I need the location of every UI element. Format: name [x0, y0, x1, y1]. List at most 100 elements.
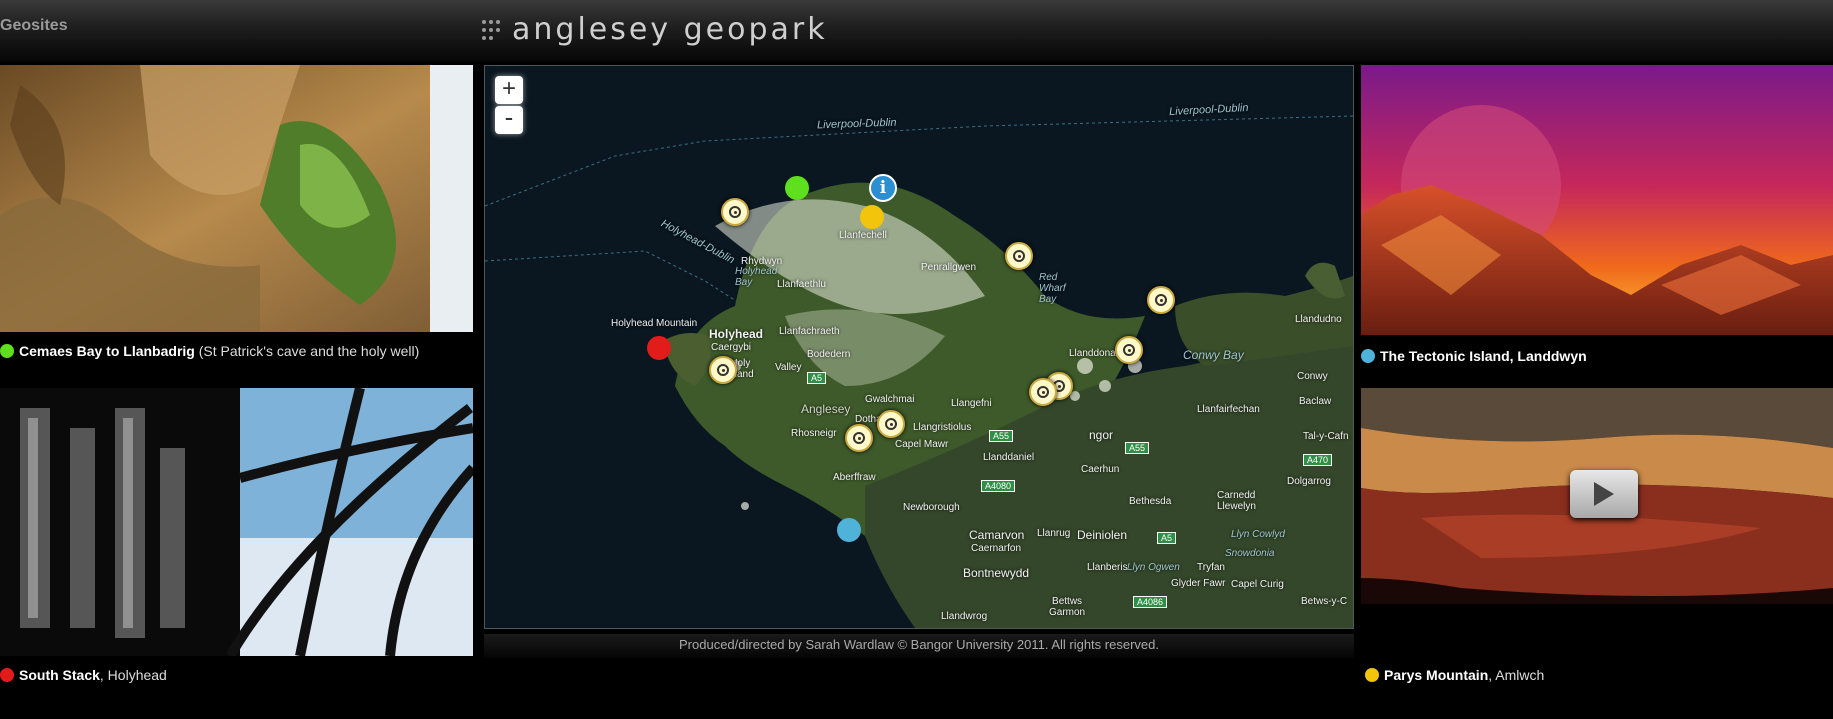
map-label: Bodedern — [807, 349, 851, 360]
map-label: Capel Mawr — [895, 439, 949, 450]
credit-text: Produced/directed by Sarah Wardlaw © Ban… — [484, 634, 1354, 658]
map-label: Camarvon — [969, 528, 1025, 542]
map-label: Llanfaethlu — [777, 279, 826, 290]
caption-subtitle: (St Patrick's cave and the holy well) — [194, 343, 420, 359]
map-label: Holyhead Mountain — [611, 318, 698, 329]
marker-geosite-icon[interactable] — [709, 356, 737, 384]
map-label: Llanfachraeth — [779, 326, 840, 337]
map-label: Holyhead — [709, 327, 764, 341]
brand-logo-icon — [482, 19, 500, 40]
map-label: Llanfechell — [839, 230, 887, 241]
map-label: Rhosneigr — [791, 428, 837, 439]
geosite-tile-cemaes[interactable] — [0, 65, 473, 332]
map-label: Carnedd Llewelyn — [1217, 490, 1256, 512]
marker-southstack[interactable] — [647, 336, 671, 360]
geosite-color-dot — [1361, 349, 1375, 363]
header-bar: Geosites anglesey geopark — [0, 0, 1833, 62]
section-label: Geosites — [0, 17, 68, 34]
map-label: Dolgarrog — [1287, 476, 1331, 487]
map-label: ngor — [1089, 428, 1114, 442]
geosite-tile-southstack[interactable] — [0, 388, 473, 656]
zoom-in-button[interactable]: + — [495, 76, 523, 104]
caption-title: South Stack — [19, 667, 100, 683]
play-icon — [1594, 482, 1614, 506]
road-label: A55 — [989, 430, 1014, 442]
map-label: Aberffraw — [833, 472, 876, 483]
map-label: Llandwrog — [941, 611, 988, 622]
map-label: Bontnewydd — [963, 566, 1030, 580]
brand-title: anglesey geopark — [512, 12, 828, 47]
caption-subtitle: , Amlwch — [1488, 667, 1545, 683]
marker-geosite-icon[interactable] — [877, 410, 905, 438]
map-label: Llangristiolus — [913, 422, 972, 433]
info-glyph: i — [879, 178, 887, 198]
caption-tectonic[interactable]: The Tectonic Island, Landdwyn — [1361, 348, 1587, 364]
map-label: Holyhead Bay — [735, 266, 778, 288]
cemaes-photo — [0, 65, 473, 332]
map-label: Baclaw — [1299, 396, 1332, 407]
map-label: Betws-y-C — [1301, 596, 1348, 607]
marker-parys[interactable] — [860, 205, 884, 229]
map-view[interactable]: + - Liverpool-Dublin Liverpool-Dublin Ho… — [484, 65, 1354, 629]
map-label: Capel Curig — [1231, 579, 1284, 590]
map-label: Caernarfon — [971, 543, 1022, 554]
map-label: Llanddaniel — [983, 452, 1035, 463]
map-label: Llanrug — [1037, 528, 1071, 539]
caption-subtitle: , Holyhead — [99, 667, 167, 683]
geosite-color-dot — [1365, 668, 1379, 682]
caption-southstack[interactable]: South Stack, Holyhead — [0, 667, 167, 683]
road-label: A4080 — [981, 480, 1016, 492]
marker-tectonic[interactable] — [837, 518, 861, 542]
map-label: Gwalchmai — [865, 394, 915, 405]
road-label: A55 — [1125, 442, 1150, 454]
map-label: Llanddona — [1069, 348, 1116, 359]
map-label: Bettws Garmon — [1049, 596, 1086, 618]
map-label: Red Wharf Bay — [1039, 272, 1066, 305]
caption-title: Cemaes Bay to Llanbadrig — [19, 343, 195, 359]
caption-title: The Tectonic Island, Landdwyn — [1380, 348, 1587, 364]
marker-geosite-icon[interactable] — [845, 424, 873, 452]
road-label: A470 — [1303, 454, 1333, 466]
marker-info-icon[interactable]: i — [869, 174, 897, 202]
marker-geosite-icon[interactable] — [1005, 242, 1033, 270]
marker-geosite-icon[interactable] — [1115, 336, 1143, 364]
map-label: Snowdonia — [1225, 548, 1275, 559]
map-label: Llangefni — [951, 398, 992, 409]
caption-title: Parys Mountain — [1384, 667, 1489, 683]
road-label: A5 — [807, 372, 827, 384]
map-label: Caerhun — [1081, 464, 1120, 475]
map-label: Llanberis — [1087, 562, 1128, 573]
marker-geosite-icon[interactable] — [1147, 286, 1175, 314]
map-label: Caergybi — [711, 342, 752, 353]
marker-cemaes[interactable] — [785, 176, 809, 200]
road-label: A5 — [1157, 532, 1177, 544]
zoom-out-button[interactable]: - — [495, 104, 523, 134]
brand: anglesey geopark — [480, 12, 828, 47]
caption-parys[interactable]: Parys Mountain, Amlwch — [1365, 667, 1544, 683]
map-label: Penrallgwen — [921, 262, 977, 273]
geosite-tile-tectonic[interactable] — [1361, 65, 1833, 335]
map-label: Llandudno — [1295, 314, 1342, 325]
map-label: Bethesda — [1129, 496, 1172, 507]
southstack-photo — [0, 388, 473, 656]
geosite-color-dot — [0, 344, 14, 358]
map-label: Llanfairfechan — [1197, 404, 1260, 415]
map-label: Llyn Ogwen — [1127, 562, 1180, 573]
map-label: Valley — [775, 362, 802, 373]
map-label: Llyn Cowlyd — [1231, 529, 1285, 540]
map-label: Anglesey — [801, 402, 851, 416]
caption-cemaes[interactable]: Cemaes Bay to Llanbadrig (St Patrick's c… — [0, 343, 419, 359]
marker-geosite-icon[interactable] — [1029, 378, 1057, 406]
map-label: Conwy Bay — [1183, 348, 1244, 362]
road-label: A4086 — [1133, 596, 1168, 608]
map-label: Conwy — [1297, 371, 1328, 382]
geosite-color-dot — [0, 668, 14, 682]
map-label: Deiniolen — [1077, 528, 1128, 542]
map-label: Tal-y-Cafn — [1303, 431, 1349, 442]
tectonic-animation-frame — [1361, 65, 1833, 335]
marker-geosite-icon[interactable] — [721, 198, 749, 226]
map-label: Newborough — [903, 502, 960, 513]
play-button[interactable] — [1570, 470, 1638, 518]
map-background — [485, 66, 1353, 628]
map-label: Glyder Fawr — [1171, 578, 1226, 589]
